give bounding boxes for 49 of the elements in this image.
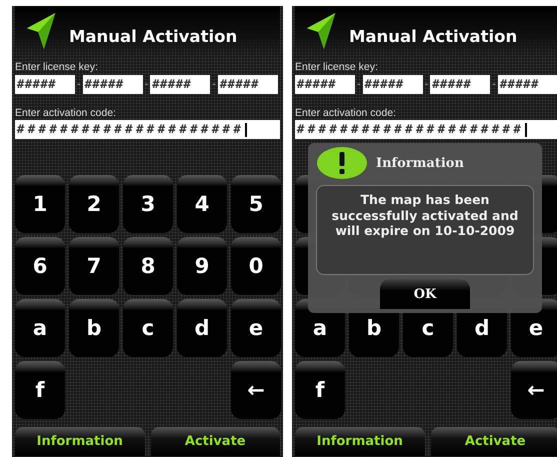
- key[interactable]: f: [15, 361, 65, 419]
- key[interactable]: 2: [69, 175, 119, 233]
- exclamation-icon: [316, 146, 368, 180]
- softkey-button[interactable]: Information: [15, 427, 144, 456]
- key[interactable]: a: [15, 299, 65, 357]
- activation-code-field[interactable]: #####################: [295, 120, 557, 139]
- separator: -: [212, 78, 216, 90]
- separator: -: [144, 78, 148, 90]
- key[interactable]: c: [123, 299, 173, 357]
- activation-code-field[interactable]: #####################: [15, 120, 280, 139]
- key[interactable]: 4: [177, 175, 227, 233]
- backspace-key[interactable]: ←: [511, 361, 557, 419]
- field-label: Enter activation code:: [295, 106, 397, 120]
- key[interactable]: 5: [231, 175, 281, 233]
- separator: -: [492, 78, 496, 90]
- license-key-field[interactable]: #####: [430, 74, 490, 94]
- key[interactable]: e: [231, 299, 281, 357]
- key[interactable]: 0: [231, 237, 281, 295]
- license-key-field[interactable]: #####: [498, 74, 557, 94]
- key[interactable]: 9: [177, 237, 227, 295]
- separator: -: [357, 78, 361, 90]
- softkey-button[interactable]: Activate: [430, 427, 557, 456]
- screen-title: Manual Activation: [69, 26, 238, 46]
- field-label: Enter license key:: [295, 60, 379, 74]
- license-key-field[interactable]: #####: [150, 74, 210, 94]
- field-label: Enter activation code:: [15, 106, 117, 120]
- license-key-field[interactable]: #####: [362, 74, 423, 94]
- dialog-title: Information: [376, 156, 464, 170]
- license-key-field[interactable]: #####: [218, 74, 278, 94]
- key[interactable]: 1: [15, 175, 65, 233]
- key[interactable]: 6: [15, 237, 65, 295]
- softkey-button[interactable]: Information: [295, 427, 424, 456]
- field-label: Enter license key:: [15, 60, 99, 74]
- dialog-message: The map has been successfully activated and will expire on 10-10-2009: [316, 185, 534, 275]
- backspace-key[interactable]: ←: [231, 361, 281, 419]
- ok-button[interactable]: OK: [380, 279, 470, 309]
- separator: -: [424, 78, 428, 90]
- separator: -: [77, 78, 81, 90]
- key[interactable]: 3: [123, 175, 173, 233]
- license-key-field[interactable]: #####: [82, 74, 143, 94]
- key[interactable]: d: [177, 299, 227, 357]
- license-key-field[interactable]: #####: [15, 74, 75, 94]
- license-key-field[interactable]: #####: [295, 74, 355, 94]
- key[interactable]: 8: [123, 237, 173, 295]
- key[interactable]: 7: [69, 237, 119, 295]
- key[interactable]: b: [69, 299, 119, 357]
- screen-title: Manual Activation: [349, 26, 518, 46]
- key[interactable]: f: [295, 361, 345, 419]
- softkey-button[interactable]: Activate: [150, 427, 280, 456]
